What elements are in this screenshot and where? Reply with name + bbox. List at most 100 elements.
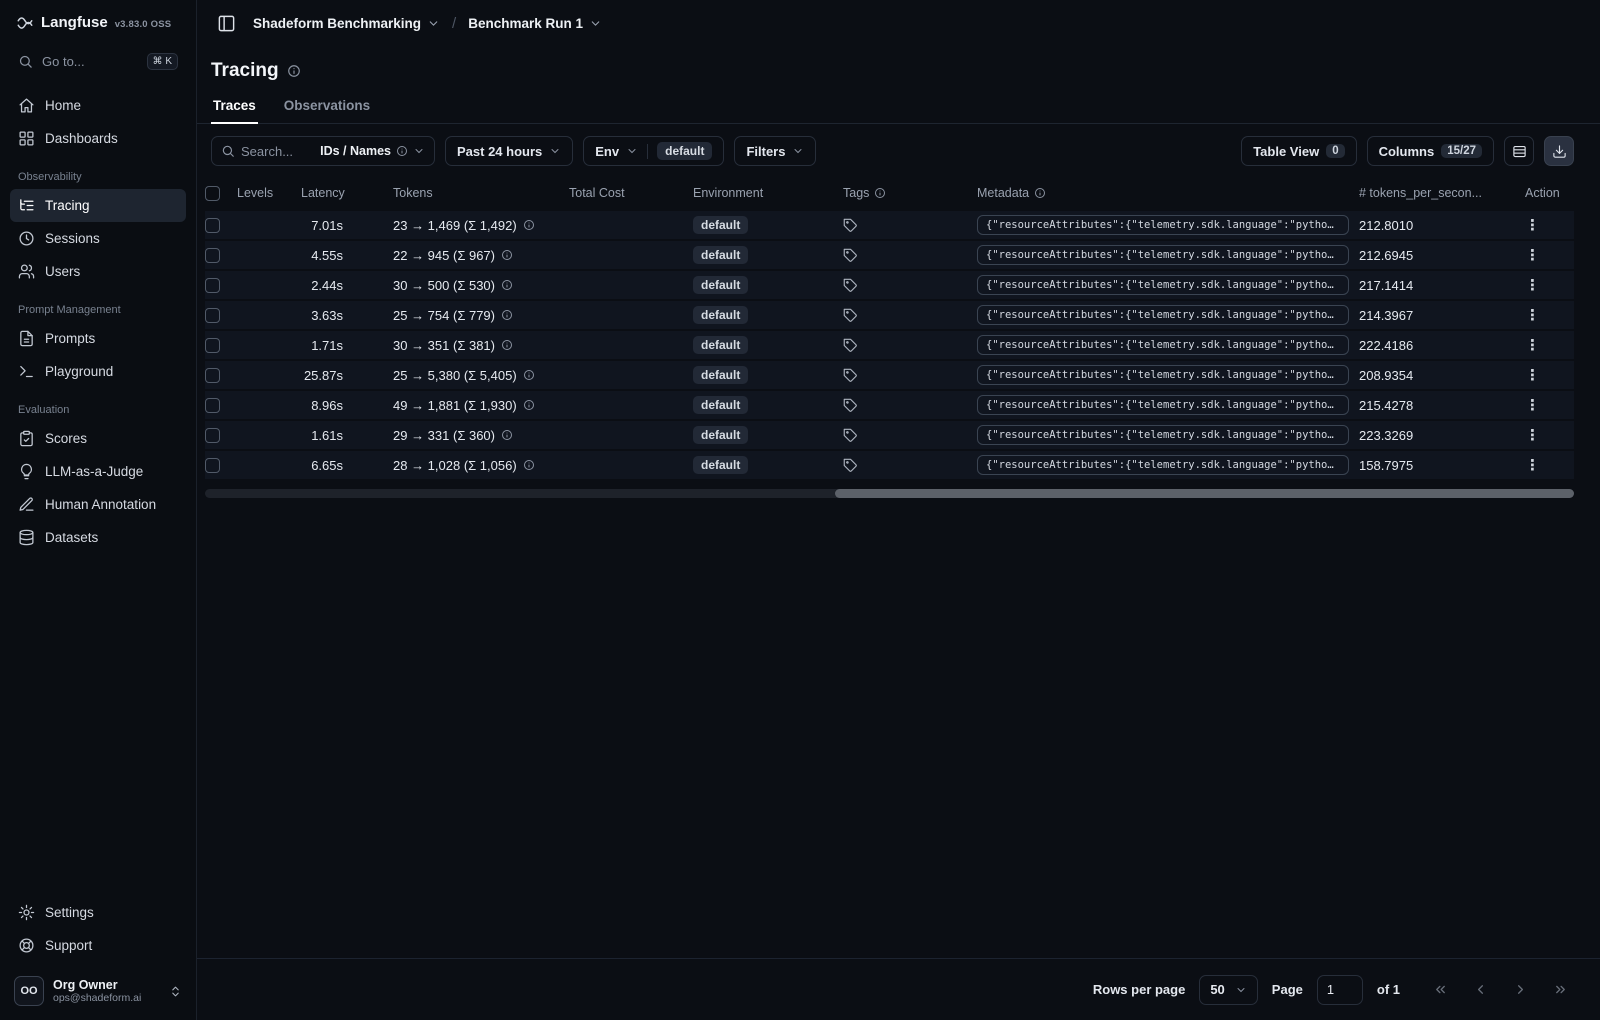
info-icon xyxy=(523,369,535,381)
metadata-value: {"resourceAttributes":{"telemetry.sdk.la… xyxy=(977,215,1349,235)
chevron-down-icon xyxy=(549,145,561,157)
langfuse-logo-icon xyxy=(16,14,34,32)
select-all-checkbox[interactable] xyxy=(205,185,220,201)
column-header-tokens-per-second[interactable]: # tokens_per_secon... xyxy=(1359,186,1515,200)
rows-per-page-select[interactable]: 50 xyxy=(1199,974,1258,1005)
table-row[interactable]: 2.44s 30 → 500 (Σ 530) default {"resourc… xyxy=(205,271,1574,301)
next-page-button[interactable] xyxy=(1506,976,1534,1004)
column-header-metadata[interactable]: Metadata xyxy=(977,186,1359,200)
sidebar-item-users[interactable]: Users xyxy=(10,255,186,288)
sidebar-item-home[interactable]: Home xyxy=(10,89,186,122)
latency-cell: 8.96s xyxy=(311,397,343,413)
tags-cell[interactable] xyxy=(843,218,977,233)
kebab-menu-icon[interactable]: ⋮ xyxy=(1525,246,1541,264)
scrollbar-thumb[interactable] xyxy=(834,489,1574,498)
sidebar-item-support[interactable]: Support xyxy=(10,929,186,962)
org-breadcrumb[interactable]: Shadeform Benchmarking xyxy=(253,16,440,31)
table-row[interactable]: 7.01s 23 → 1,469 (Σ 1,492) default {"res… xyxy=(205,211,1574,241)
tags-cell[interactable] xyxy=(843,428,977,443)
last-page-button[interactable] xyxy=(1546,976,1574,1004)
row-checkbox[interactable] xyxy=(205,427,220,443)
row-height-button[interactable] xyxy=(1504,136,1534,166)
tab-traces[interactable]: Traces xyxy=(211,92,258,124)
search-mode-dropdown[interactable]: IDs / Names xyxy=(320,144,425,158)
sidebar-item-datasets[interactable]: Datasets xyxy=(10,521,186,554)
home-icon xyxy=(18,97,35,114)
sidebar-item-scores[interactable]: Scores xyxy=(10,422,186,455)
toolbar: IDs / Names Past 24 hours Env default Fi… xyxy=(197,124,1600,178)
row-checkbox[interactable] xyxy=(205,277,220,293)
kebab-menu-icon[interactable]: ⋮ xyxy=(1525,276,1541,294)
column-header-total-cost[interactable]: Total Cost xyxy=(569,186,693,200)
environment-cell: default xyxy=(693,366,843,384)
table-row[interactable]: 1.71s 30 → 351 (Σ 381) default {"resourc… xyxy=(205,331,1574,361)
search-box[interactable]: IDs / Names xyxy=(211,136,435,166)
sidebar-item-tracing[interactable]: Tracing xyxy=(10,189,186,222)
kebab-menu-icon[interactable]: ⋮ xyxy=(1525,366,1541,384)
sidebar-item-settings[interactable]: Settings xyxy=(10,896,186,929)
tags-cell[interactable] xyxy=(843,278,977,293)
time-range-filter[interactable]: Past 24 hours xyxy=(445,136,574,166)
sidebar-item-playground[interactable]: Playground xyxy=(10,355,186,388)
metadata-value: {"resourceAttributes":{"telemetry.sdk.la… xyxy=(977,335,1349,355)
sidebar-item-llm-as-a-judge[interactable]: LLM-as-a-Judge xyxy=(10,455,186,488)
table-row[interactable]: 6.65s 28 → 1,028 (Σ 1,056) default {"res… xyxy=(205,451,1574,481)
kebab-menu-icon[interactable]: ⋮ xyxy=(1525,306,1541,324)
column-header-tokens[interactable]: Tokens xyxy=(393,186,569,200)
kebab-menu-icon[interactable]: ⋮ xyxy=(1525,336,1541,354)
goto-search[interactable]: Go to... ⌘ K xyxy=(10,46,186,77)
row-checkbox[interactable] xyxy=(205,217,220,233)
info-icon xyxy=(501,279,513,291)
kebab-menu-icon[interactable]: ⋮ xyxy=(1525,456,1541,474)
columns-button[interactable]: Columns 15/27 xyxy=(1366,136,1494,166)
kebab-menu-icon[interactable]: ⋮ xyxy=(1525,426,1541,444)
sidebar-item-human-annotation[interactable]: Human Annotation xyxy=(10,488,186,521)
filters-button[interactable]: Filters xyxy=(734,136,817,166)
horizontal-scrollbar[interactable] xyxy=(205,489,1574,498)
page-number-input[interactable] xyxy=(1316,974,1363,1005)
tab-observations[interactable]: Observations xyxy=(282,92,372,123)
table-row[interactable]: 4.55s 22 → 945 (Σ 967) default {"resourc… xyxy=(205,241,1574,271)
tags-cell[interactable] xyxy=(843,308,977,323)
row-checkbox[interactable] xyxy=(205,367,220,383)
search-input[interactable] xyxy=(241,143,315,159)
table-row[interactable]: 8.96s 49 → 1,881 (Σ 1,930) default {"res… xyxy=(205,391,1574,421)
metadata-cell: {"resourceAttributes":{"telemetry.sdk.la… xyxy=(977,215,1359,235)
row-checkbox[interactable] xyxy=(205,397,220,413)
row-checkbox[interactable] xyxy=(205,247,220,263)
project-breadcrumb[interactable]: Benchmark Run 1 xyxy=(468,16,602,31)
latency-cell: 1.71s xyxy=(311,337,343,353)
tags-cell[interactable] xyxy=(843,248,977,263)
table-row[interactable]: 25.87s 25 → 5,380 (Σ 5,405) default {"re… xyxy=(205,361,1574,391)
sidebar-item-dashboards[interactable]: Dashboards xyxy=(10,122,186,155)
sidebar-item-prompts[interactable]: Prompts xyxy=(10,322,186,355)
chevron-down-icon xyxy=(427,17,440,30)
export-button[interactable] xyxy=(1544,136,1574,166)
previous-page-button[interactable] xyxy=(1466,976,1494,1004)
lightbulb-icon xyxy=(18,463,35,480)
sidebar-toggle-button[interactable] xyxy=(211,8,241,38)
column-header-environment[interactable]: Environment xyxy=(693,186,843,200)
table-view-button[interactable]: Table View 0 xyxy=(1241,136,1357,166)
column-header-action[interactable]: Action xyxy=(1515,186,1571,200)
column-header-latency[interactable]: Latency xyxy=(301,186,393,200)
kebab-menu-icon[interactable]: ⋮ xyxy=(1525,396,1541,414)
chevron-right-icon xyxy=(1513,982,1528,997)
sidebar-item-sessions[interactable]: Sessions xyxy=(10,222,186,255)
user-menu[interactable]: OO Org Owner ops@shadeform.ai xyxy=(10,968,186,1008)
column-header-tags[interactable]: Tags xyxy=(843,186,977,200)
tags-cell[interactable] xyxy=(843,458,977,473)
tags-cell[interactable] xyxy=(843,398,977,413)
tags-cell[interactable] xyxy=(843,338,977,353)
row-checkbox[interactable] xyxy=(205,457,220,473)
row-checkbox[interactable] xyxy=(205,307,220,323)
column-header-levels[interactable]: Levels xyxy=(237,186,301,200)
kebab-menu-icon[interactable]: ⋮ xyxy=(1525,216,1541,234)
table-row[interactable]: 3.63s 25 → 754 (Σ 779) default {"resourc… xyxy=(205,301,1574,331)
table-row[interactable]: 1.61s 29 → 331 (Σ 360) default {"resourc… xyxy=(205,421,1574,451)
tags-cell[interactable] xyxy=(843,368,977,383)
env-filter[interactable]: Env default xyxy=(583,136,725,166)
table-header-row: Levels Latency Tokens Total Cost Environ… xyxy=(205,178,1574,208)
first-page-button[interactable] xyxy=(1426,976,1454,1004)
row-checkbox[interactable] xyxy=(205,337,220,353)
